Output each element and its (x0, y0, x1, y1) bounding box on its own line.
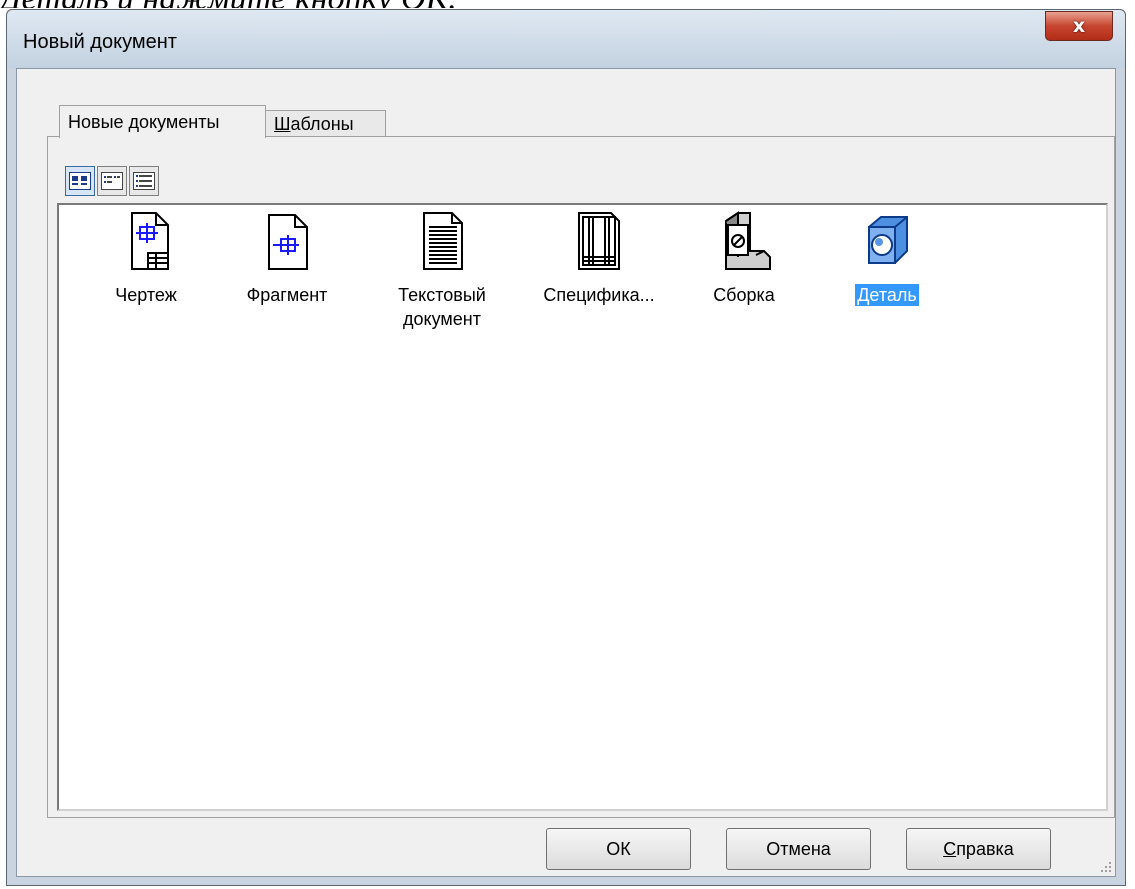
dialog-title: Новый документ (23, 31, 177, 53)
large-icons-view-icon (69, 172, 91, 190)
list-item-drawing[interactable]: Чертеж (81, 211, 211, 307)
list-item-text-document[interactable]: Текстовый документ (377, 211, 507, 331)
list-item-label: Специфика... (543, 285, 655, 305)
list-item-specification[interactable]: Специфика... (534, 211, 664, 307)
document-caption-text: Деталь и нажмите кнопку ОК. (0, 0, 700, 8)
assembly-icon (725, 211, 771, 270)
close-icon: x (1072, 15, 1086, 37)
list-item-label: Деталь (855, 284, 919, 306)
large-icons-view-button[interactable] (65, 166, 95, 196)
tab-templates-label: аблоны (290, 113, 354, 134)
fragment-icon (268, 214, 308, 270)
document-type-list[interactable]: Чертеж Фрагмент Текстовый документ Специ… (57, 203, 1108, 811)
list-item-assembly[interactable]: Сборка (679, 211, 809, 307)
list-item-label: Фрагмент (246, 285, 328, 305)
resize-grip-icon[interactable] (1098, 859, 1112, 873)
list-item-label: Текстовый документ (398, 285, 486, 329)
part-icon (868, 216, 908, 264)
list-item-label: Чертеж (115, 285, 177, 305)
title-bar[interactable]: Новый документ x (7, 10, 1125, 68)
list-item-fragment[interactable]: Фрагмент (222, 211, 352, 307)
cancel-button[interactable]: Отмена (726, 828, 871, 870)
tab-new-documents[interactable]: Новые документы (59, 105, 266, 138)
help-button-mnemonic: С (943, 838, 957, 859)
list-view-button[interactable] (97, 166, 127, 196)
specification-icon (578, 212, 620, 270)
ok-button[interactable]: ОК (546, 828, 691, 870)
list-view-icon (101, 172, 123, 190)
help-button-label: правка (956, 838, 1014, 859)
cancel-button-label: Отмена (766, 838, 831, 859)
text-document-icon (423, 212, 463, 270)
tab-new-documents-label: Новые документы (68, 111, 220, 132)
list-item-label: Сборка (713, 285, 775, 305)
ok-button-label: ОК (606, 838, 631, 859)
list-item-part[interactable]: Деталь (822, 211, 952, 307)
close-button[interactable]: x (1045, 11, 1113, 41)
new-document-dialog: Новый документ x Новые документы Шаблоны (6, 9, 1126, 886)
tab-templates[interactable]: Шаблоны (265, 110, 386, 137)
tab-templates-mnemonic: Ш (274, 113, 291, 134)
help-button[interactable]: Справка (906, 828, 1051, 870)
details-view-button[interactable] (129, 166, 159, 196)
details-view-icon (133, 172, 155, 190)
dialog-client-area: Новые документы Шаблоны Чертеж Фрагмент … (16, 68, 1116, 877)
drawing-icon (131, 212, 169, 270)
